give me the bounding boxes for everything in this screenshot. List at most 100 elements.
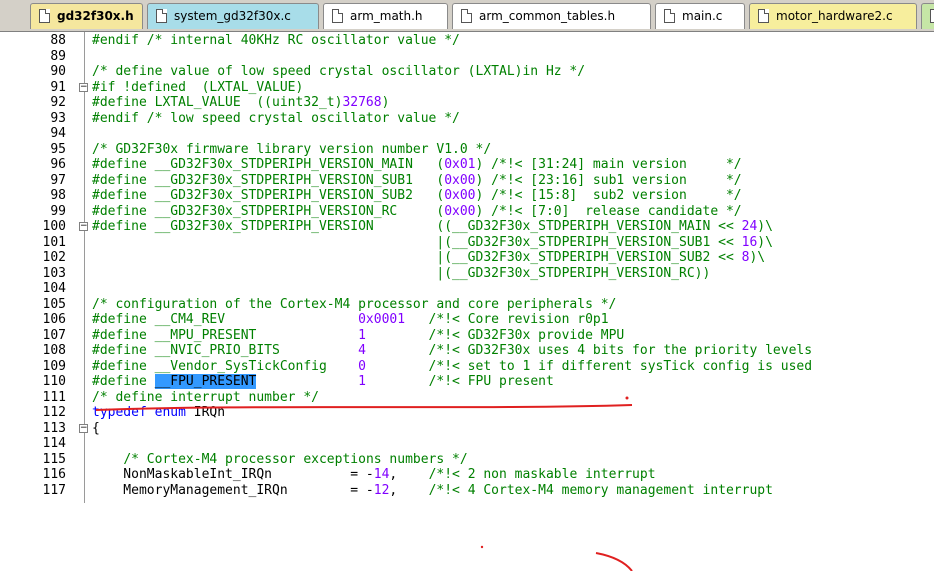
file-icon — [156, 9, 167, 23]
code-line[interactable]: 110 #define __FPU_PRESENT 1 /*!< FPU pres… — [0, 374, 934, 390]
code-text: /* define value of low speed crystal osc… — [92, 64, 586, 79]
line-number: 103 — [42, 265, 66, 281]
code-text: #define __GD32F30x_STDPERIPH_VERSION_MAI… — [92, 157, 742, 172]
fold-toggle-icon[interactable]: − — [79, 82, 88, 92]
line-number: 99 — [50, 203, 66, 219]
code-line[interactable]: 109 #define __Vendor_SysTickConfig 0 /*!<… — [0, 359, 934, 375]
code-line[interactable]: 88 #endif /* internal 40KHz RC oscillator… — [0, 33, 934, 49]
code-line[interactable]: 105 /* configuration of the Cortex-M4 pro… — [0, 297, 934, 313]
code-line[interactable]: 96 #define __GD32F30x_STDPERIPH_VERSION_M… — [0, 157, 934, 173]
code-text: #define __GD32F30x_STDPERIPH_VERSION ((_… — [92, 219, 773, 234]
code-line[interactable]: 115 /* Cortex-M4 processor exceptions nu… — [0, 452, 934, 468]
code-text: #define __Vendor_SysTickConfig 0 /*!< se… — [92, 358, 813, 374]
line-number: 100 — [42, 219, 66, 234]
code-line[interactable]: 104 — [0, 281, 934, 297]
code-line[interactable]: 95 /* GD32F30x firmware library version n… — [0, 142, 934, 158]
code-line[interactable]: 101 |(__GD32F30x_STDPERIPH_VERSION_SUB1 … — [0, 235, 934, 251]
code-line[interactable]: 100 − #define __GD32F30x_STDPERIPH_VERSION… — [0, 219, 934, 235]
code-line[interactable]: 99 #define __GD32F30x_STDPERIPH_VERSION_R… — [0, 204, 934, 220]
code-editor[interactable]: 88 #endif /* internal 40KHz RC oscillator… — [0, 32, 934, 503]
line-number: 113 — [42, 420, 66, 436]
code-line[interactable]: 116 NonMaskableInt_IRQn = -14, /*!< 2 no… — [0, 467, 934, 483]
code-text: #define __CM4_REV 0x0001 /*!< Core revis… — [92, 312, 609, 327]
line-number: 93 — [50, 110, 66, 126]
line-number: 116 — [42, 467, 66, 482]
code-text: typedef enum IRQn — [92, 405, 226, 420]
line-number: 106 — [42, 312, 66, 327]
tab-arm-common-tables-h[interactable]: arm_common_tables.h — [452, 3, 651, 29]
code-text: /* define interrupt number */ — [92, 389, 319, 405]
file-icon — [758, 9, 769, 23]
tab-gd32f30x-h[interactable]: gd32f30x.h — [30, 3, 143, 29]
line-number: 88 — [50, 33, 66, 48]
code-line[interactable]: 107 #define __MPU_PRESENT 1 /*!< GD32F30x… — [0, 328, 934, 344]
tab-label: arm_common_tables.h — [479, 9, 616, 23]
code-text: MemoryManagement_IRQn = -12, /*!< 4 Cort… — [92, 482, 773, 498]
code-line[interactable]: 103 |(__GD32F30x_STDPERIPH_VERSION_RC)) — [0, 266, 934, 282]
code-text: #endif /* low speed crystal oscillator v… — [92, 110, 460, 126]
code-line[interactable]: 108 #define __NVIC_PRIO_BITS 4 /*!< GD32F… — [0, 343, 934, 359]
line-number: 107 — [42, 327, 66, 343]
file-icon — [39, 9, 50, 23]
code-text: /* configuration of the Cortex-M4 proces… — [92, 296, 617, 312]
code-text: #if !defined (LXTAL_VALUE) — [92, 79, 304, 95]
code-line[interactable]: 98 #define __GD32F30x_STDPERIPH_VERSION_S… — [0, 188, 934, 204]
code-line[interactable]: 112 typedef enum IRQn — [0, 405, 934, 421]
file-icon — [461, 9, 472, 23]
line-number: 94 — [50, 126, 66, 141]
editor-tab-bar: gd32f30x.h system_gd32f30x.c arm_math.h arm… — [0, 0, 934, 32]
code-line[interactable]: 97 #define __GD32F30x_STDPERIPH_VERSION_S… — [0, 173, 934, 189]
code-text: /* GD32F30x firmware library version num… — [92, 141, 492, 157]
tab-motor-hardware2-c[interactable]: motor_hardware2.c — [749, 3, 917, 29]
code-line[interactable]: 111 /* define interrupt number */ — [0, 390, 934, 406]
line-number: 117 — [42, 482, 66, 498]
tab-label: system_gd32f30x.c — [174, 9, 291, 23]
fold-toggle-icon[interactable]: − — [79, 423, 88, 433]
tab-main-c[interactable]: main.c — [655, 3, 745, 29]
file-icon — [332, 9, 343, 23]
line-number: 89 — [50, 48, 66, 64]
code-text: |(__GD32F30x_STDPERIPH_VERSION_RC)) — [92, 265, 711, 281]
code-text: #define __FPU_PRESENT 1 /*!< FPU present — [92, 374, 554, 389]
fold-toggle-icon[interactable]: − — [79, 222, 88, 231]
code-line[interactable]: 91 − #if !defined (LXTAL_VALUE) — [0, 80, 934, 96]
line-number: 91 — [50, 79, 66, 95]
line-number: 90 — [50, 64, 66, 79]
line-number: 110 — [42, 374, 66, 389]
line-number: 111 — [42, 389, 66, 405]
tab-arm-math-h[interactable]: arm_math.h — [323, 3, 448, 29]
code-text: |(__GD32F30x_STDPERIPH_VERSION_SUB1 << 1… — [92, 234, 773, 250]
line-number: 95 — [50, 141, 66, 157]
line-number: 101 — [42, 234, 66, 250]
code-line[interactable]: 92 #define LXTAL_VALUE ((uint32_t)32768) — [0, 95, 934, 111]
code-text: #define __GD32F30x_STDPERIPH_VERSION_SUB… — [92, 172, 742, 188]
code-line[interactable]: 93 #endif /* low speed crystal oscillator… — [0, 111, 934, 127]
tab-label: motor_hardware2.c — [776, 9, 893, 23]
line-number: 102 — [42, 250, 66, 265]
code-text: |(__GD32F30x_STDPERIPH_VERSION_SUB2 << 8… — [92, 250, 766, 265]
tab-system-gd32f30x-c[interactable]: system_gd32f30x.c — [147, 3, 319, 29]
tab-label: arm_math.h — [350, 9, 423, 23]
file-icon — [930, 9, 934, 23]
code-line[interactable]: 113 −{ — [0, 421, 934, 437]
code-line[interactable]: 89 — [0, 49, 934, 65]
code-line[interactable]: 117 MemoryManagement_IRQn = -12, /*!< 4 … — [0, 483, 934, 499]
file-icon — [664, 9, 675, 23]
code-text: { — [92, 420, 100, 436]
tab-label: main.c — [682, 9, 723, 23]
line-number: 105 — [42, 296, 66, 312]
tab-more[interactable] — [921, 3, 934, 29]
code-line[interactable]: 102 |(__GD32F30x_STDPERIPH_VERSION_SUB2 … — [0, 250, 934, 266]
code-text: /* Cortex-M4 processor exceptions number… — [123, 451, 468, 467]
code-line[interactable]: 90 /* define value of low speed crystal o… — [0, 64, 934, 80]
code-text: #define __MPU_PRESENT 1 /*!< GD32F30x pr… — [92, 327, 625, 343]
code-text: #define LXTAL_VALUE ((uint32_t)32768) — [92, 95, 390, 110]
line-number: 109 — [42, 358, 66, 374]
code-line[interactable]: 114 — [0, 436, 934, 452]
code-text: #define __GD32F30x_STDPERIPH_VERSION_RC … — [92, 203, 742, 219]
code-line[interactable]: 106 #define __CM4_REV 0x0001 /*!< Core re… — [0, 312, 934, 328]
code-line[interactable]: 94 — [0, 126, 934, 142]
line-number: 96 — [50, 157, 66, 172]
tab-label: gd32f30x.h — [57, 9, 134, 23]
code-text: #endif /* internal 40KHz RC oscillator v… — [92, 33, 460, 48]
